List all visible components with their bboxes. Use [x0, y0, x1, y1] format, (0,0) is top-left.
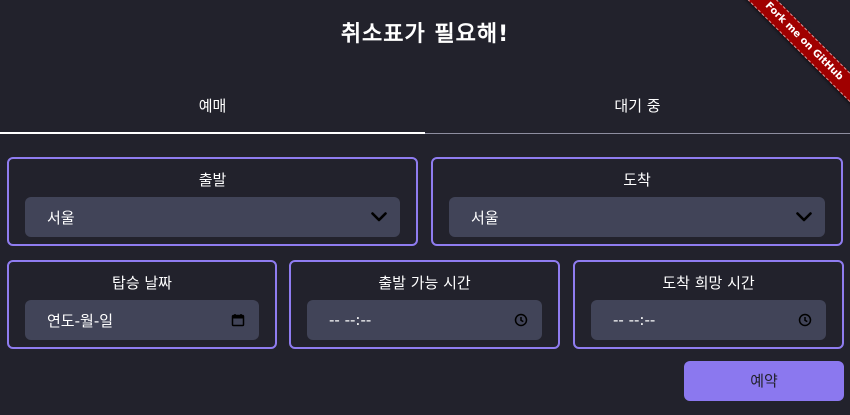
depart-time-card: 출발 가능 시간 -- --:--	[289, 260, 560, 349]
arrival-select[interactable]: 서울	[449, 197, 825, 237]
date-value: 연도-월-일	[47, 311, 114, 330]
depart-time-input[interactable]: -- --:--	[307, 300, 542, 340]
date-label: 탑승 날짜	[112, 274, 172, 292]
clock-icon[interactable]	[512, 311, 530, 329]
reserve-button[interactable]: 예약	[684, 361, 844, 401]
depart-time-value: -- --:--	[329, 311, 372, 329]
departure-select[interactable]: 서울	[25, 197, 400, 237]
tab-booking[interactable]: 예매	[0, 80, 425, 134]
tab-bar: 예매 대기 중	[0, 80, 850, 134]
date-card: 탑승 날짜 연도-월-일	[7, 260, 277, 349]
departure-label: 출발	[198, 171, 227, 189]
calendar-icon[interactable]	[229, 311, 247, 329]
arrive-time-label: 도착 희망 시간	[662, 274, 755, 292]
date-input[interactable]: 연도-월-일	[25, 300, 259, 340]
page-title: 취소표가 필요해!	[340, 22, 510, 47]
chevron-down-icon	[795, 208, 813, 226]
arrive-time-card: 도착 희망 시간 -- --:--	[573, 260, 844, 349]
clock-icon[interactable]	[796, 311, 814, 329]
app: 취소표가 필요해! Fork me on GitHub 예매 대기 중 출발 서…	[0, 0, 850, 415]
chevron-down-icon	[370, 208, 388, 226]
arrival-card: 도착 서울	[431, 157, 843, 246]
tab-waiting[interactable]: 대기 중	[425, 80, 850, 134]
arrival-value: 서울	[471, 208, 499, 227]
depart-time-label: 출발 가능 시간	[378, 274, 471, 292]
departure-card: 출발 서울	[7, 157, 418, 246]
arrival-label: 도착	[623, 171, 651, 189]
arrive-time-value: -- --:--	[613, 311, 656, 329]
departure-value: 서울	[47, 208, 75, 227]
arrive-time-input[interactable]: -- --:--	[591, 300, 826, 340]
